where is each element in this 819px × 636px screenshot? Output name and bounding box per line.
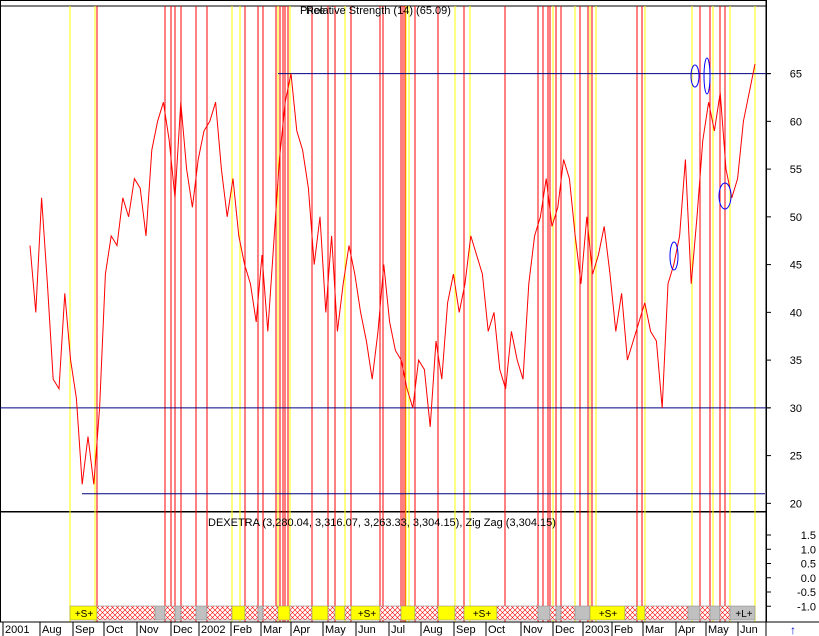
signal-label: +S+ bbox=[599, 609, 618, 620]
y-tick-label: 50 bbox=[790, 212, 802, 224]
signal-label: +S+ bbox=[358, 609, 377, 620]
y-tick-label: 0.0 bbox=[801, 573, 816, 585]
signal-segment bbox=[164, 605, 176, 621]
y-tick-label: -0.5 bbox=[797, 587, 816, 599]
signal-segment bbox=[154, 605, 166, 621]
signal-segment bbox=[379, 605, 402, 621]
x-tick-label: Dec bbox=[555, 624, 575, 636]
signal-segment bbox=[400, 605, 416, 621]
x-tick-label: Feb bbox=[614, 624, 633, 636]
x-tick-label: 2003 bbox=[585, 624, 609, 636]
y-tick-label: -1.0 bbox=[797, 601, 816, 613]
y-tick-label: 40 bbox=[790, 307, 802, 319]
signal-segment bbox=[437, 605, 456, 621]
signal-segment bbox=[257, 605, 264, 621]
top-chart-title-b: Relative Strength (14) (65.09) bbox=[306, 5, 451, 17]
signal-segment bbox=[709, 605, 721, 621]
y-tick-label: 1.5 bbox=[801, 530, 816, 542]
signal-label: +S+ bbox=[473, 609, 492, 620]
x-tick-label: May bbox=[325, 624, 346, 636]
stock-chart: +S+ +S+ +S+ +S+ +L+ 65 60 55 50 45 40 35 30 25 20 1.5… bbox=[0, 0, 819, 636]
signal-segment bbox=[555, 605, 562, 621]
signal-segment bbox=[414, 605, 439, 621]
x-tick-label: Oct bbox=[106, 624, 123, 636]
x-tick-label: May bbox=[708, 624, 729, 636]
x-tick-label: Apr bbox=[293, 624, 310, 636]
x-tick-label: Nov bbox=[139, 624, 159, 636]
signal-segment bbox=[496, 605, 539, 621]
x-tick-label: Dec bbox=[173, 624, 193, 636]
x-tick-label: Jul bbox=[391, 624, 405, 636]
x-tick-label: Aug bbox=[423, 624, 443, 636]
signal-segment bbox=[231, 605, 246, 621]
x-tick-label: Jun bbox=[358, 624, 376, 636]
signal-label: +S+ bbox=[75, 609, 94, 620]
x-tick-label: Feb bbox=[233, 624, 252, 636]
signal-segment bbox=[174, 605, 182, 621]
signal-segment bbox=[96, 605, 156, 621]
signal-segment bbox=[289, 605, 313, 621]
signal-segment bbox=[454, 605, 465, 621]
signal-segment bbox=[687, 605, 701, 621]
signal-segment bbox=[206, 605, 233, 621]
x-tick-label: Sep bbox=[75, 624, 95, 636]
x-tick-label: Sep bbox=[456, 624, 476, 636]
signal-segment bbox=[719, 605, 731, 621]
y-tick-label: 35 bbox=[790, 355, 802, 367]
signal-segment bbox=[311, 605, 329, 621]
bottom-chart-title: DEXETRA (3,280.04, 3,316.07, 3,263.33, 3… bbox=[208, 517, 556, 529]
x-tick-label: Jun bbox=[740, 624, 758, 636]
y-tick-label: 45 bbox=[790, 260, 802, 272]
signal-segment bbox=[262, 605, 279, 621]
x-tick-label: 2001 bbox=[5, 624, 29, 636]
signal-segment bbox=[244, 605, 259, 621]
signal-segment bbox=[699, 605, 711, 621]
signal-segment bbox=[277, 605, 291, 621]
signal-segment bbox=[334, 605, 346, 621]
signal-segment bbox=[636, 605, 646, 621]
y-tick-label: 60 bbox=[790, 116, 802, 128]
signal-segment bbox=[195, 605, 208, 621]
signal-segment bbox=[549, 605, 557, 621]
y-tick-label: 20 bbox=[790, 498, 802, 510]
x-tick-label: Mar bbox=[263, 624, 282, 636]
signal-segment bbox=[327, 605, 336, 621]
x-tick-label: Nov bbox=[523, 624, 543, 636]
signal-segment bbox=[180, 605, 197, 621]
signal-label: +L+ bbox=[735, 609, 752, 620]
y-tick-label: 25 bbox=[790, 451, 802, 463]
x-tick-label: 2002 bbox=[201, 624, 225, 636]
signal-segment bbox=[644, 605, 689, 621]
x-tick-label: Apr bbox=[678, 624, 695, 636]
signal-segment bbox=[574, 605, 591, 621]
signal-segment bbox=[624, 605, 638, 621]
x-tick-label: Mar bbox=[645, 624, 664, 636]
y-tick-label: 30 bbox=[790, 403, 802, 415]
y-tick-label: 55 bbox=[790, 164, 802, 176]
scroll-up-arrow-icon[interactable]: ↑ bbox=[790, 623, 796, 636]
x-tick-label: Oct bbox=[488, 624, 505, 636]
x-tick-label: Aug bbox=[42, 624, 62, 636]
signal-segment bbox=[537, 605, 551, 621]
y-tick-label: 1.0 bbox=[801, 544, 816, 556]
y-tick-label: 0.5 bbox=[801, 559, 816, 571]
y-tick-label: 65 bbox=[790, 69, 802, 81]
signal-segment bbox=[560, 605, 576, 621]
signal-segment bbox=[344, 605, 352, 621]
